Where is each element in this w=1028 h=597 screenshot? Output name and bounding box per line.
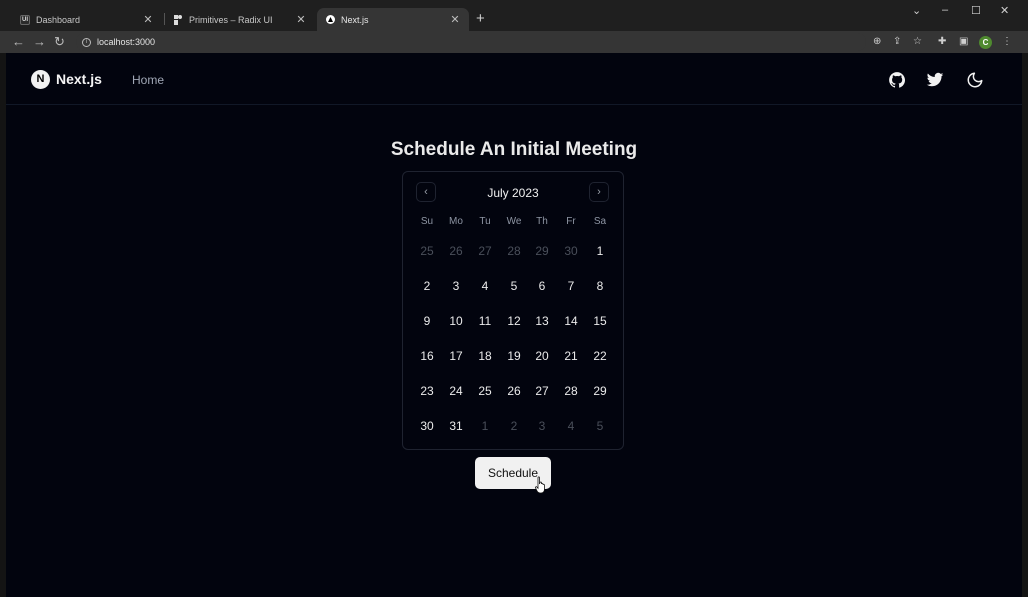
address-bar[interactable]: i localhost:3000 (76, 33, 866, 51)
tab-title: Primitives – Radix UI (189, 14, 273, 25)
weekday-label: Fr (566, 216, 576, 227)
bookmark-star-icon[interactable]: ☆ (913, 35, 922, 49)
calendar-day[interactable]: 11 (471, 307, 499, 335)
calendar-day[interactable]: 2 (413, 272, 441, 300)
brand-name[interactable]: Next.js (56, 71, 102, 87)
moon-icon[interactable] (966, 71, 984, 89)
calendar-day-outside[interactable]: 28 (500, 237, 528, 265)
close-tab-icon[interactable]: ✕ (142, 13, 154, 26)
tab-dashboard[interactable]: UI Dashboard ✕ (12, 8, 162, 31)
calendar-day[interactable]: 19 (500, 342, 528, 370)
triangle-favicon-icon (325, 15, 335, 25)
weekday-label: We (506, 216, 522, 227)
zoom-icon[interactable]: ⊕ (873, 35, 881, 49)
calendar-day[interactable]: 1 (586, 237, 614, 265)
github-icon[interactable] (888, 71, 906, 89)
minimize-icon[interactable]: – (942, 4, 948, 16)
calendar-day[interactable]: 28 (557, 377, 585, 405)
calendar-day[interactable]: 13 (528, 307, 556, 335)
tab-nextjs[interactable]: Next.js ✕ (317, 8, 469, 31)
calendar-day-outside[interactable]: 27 (471, 237, 499, 265)
calendar-day-outside[interactable]: 26 (442, 237, 470, 265)
calendar-day[interactable]: 6 (528, 272, 556, 300)
calendar-day[interactable]: 22 (586, 342, 614, 370)
calendar-day[interactable]: 21 (557, 342, 585, 370)
page-viewport: N Next.js Home Schedule An Initial Meeti… (6, 53, 1022, 597)
calendar-day[interactable]: 7 (557, 272, 585, 300)
more-menu-icon[interactable]: ⋮ (1002, 35, 1012, 49)
share-icon[interactable]: ⇪ (893, 35, 901, 49)
profile-avatar[interactable]: C (979, 36, 992, 49)
extensions-icon[interactable]: ✚ (938, 35, 946, 49)
calendar-day[interactable]: 26 (500, 377, 528, 405)
chevron-right-icon: › (597, 186, 601, 198)
calendar-day-outside[interactable]: 5 (586, 412, 614, 440)
calendar-day[interactable]: 27 (528, 377, 556, 405)
nextjs-logo-icon[interactable]: N (31, 70, 50, 89)
ui-favicon-icon: UI (20, 14, 30, 25)
twitter-icon[interactable] (926, 71, 944, 89)
calendar-day[interactable]: 24 (442, 377, 470, 405)
calendar-day[interactable]: 4 (471, 272, 499, 300)
page-title: Schedule An Initial Meeting (390, 139, 638, 160)
calendar-day[interactable]: 5 (500, 272, 528, 300)
maximize-icon[interactable]: ☐ (971, 4, 981, 17)
forward-icon[interactable]: → (33, 34, 46, 50)
calendar-day[interactable]: 12 (500, 307, 528, 335)
tab-radix[interactable]: Primitives – Radix UI ✕ (165, 8, 315, 31)
calendar-day-outside[interactable]: 3 (528, 412, 556, 440)
calendar-day-outside[interactable]: 4 (557, 412, 585, 440)
side-panel-icon[interactable]: ▣ (959, 35, 968, 49)
calendar-day-outside[interactable]: 1 (471, 412, 499, 440)
calendar-day[interactable]: 29 (586, 377, 614, 405)
calendar-day[interactable]: 14 (557, 307, 585, 335)
weekday-label: Th (536, 216, 548, 227)
calendar-day[interactable]: 3 (442, 272, 470, 300)
calendar-day[interactable]: 23 (413, 377, 441, 405)
close-tab-icon[interactable]: ✕ (295, 13, 307, 26)
page-edge (1022, 53, 1028, 597)
calendar-day-outside[interactable]: 30 (557, 237, 585, 265)
calendar-day[interactable]: 17 (442, 342, 470, 370)
calendar-day[interactable]: 9 (413, 307, 441, 335)
tab-title: Next.js (341, 14, 369, 25)
next-month-button[interactable]: › (589, 182, 609, 202)
calendar-day[interactable]: 20 (528, 342, 556, 370)
site-header: N Next.js Home (6, 53, 1022, 105)
tab-search-chevron-icon[interactable]: ⌄ (912, 4, 921, 17)
browser-tabstrip: UI Dashboard ✕ Primitives – Radix UI ✕ N… (0, 0, 1028, 31)
weekday-label: Sa (593, 216, 607, 227)
close-window-icon[interactable]: ✕ (1000, 4, 1009, 17)
calendar-day-outside[interactable]: 29 (528, 237, 556, 265)
calendar-day[interactable]: 31 (442, 412, 470, 440)
back-icon[interactable]: ← (12, 34, 25, 50)
calendar-day[interactable]: 30 (413, 412, 441, 440)
calendar-day[interactable]: 10 (442, 307, 470, 335)
calendar-day[interactable]: 18 (471, 342, 499, 370)
calendar-day[interactable]: 25 (471, 377, 499, 405)
tab-title: Dashboard (36, 14, 81, 25)
calendar-day-outside[interactable]: 25 (413, 237, 441, 265)
browser-toolbar: ← → ↻ i localhost:3000 ⊕ ⇪ ☆ ✚ ▣ ⋮ (0, 31, 1028, 53)
weekday-label: Su (420, 216, 434, 227)
weekday-label: Mo (449, 216, 463, 227)
hand-cursor-icon (535, 476, 545, 494)
radix-favicon-icon (173, 14, 183, 25)
calendar-day-outside[interactable]: 2 (500, 412, 528, 440)
calendar-day[interactable]: 15 (586, 307, 614, 335)
reload-icon[interactable]: ↻ (54, 34, 65, 50)
close-tab-icon[interactable]: ✕ (449, 13, 461, 26)
calendar-day[interactable]: 16 (413, 342, 441, 370)
calendar: ‹ July 2023 › Su Mo Tu We Th Fr Sa 25 26 2… (402, 171, 624, 450)
calendar-day[interactable]: 8 (586, 272, 614, 300)
nav-link-home[interactable]: Home (132, 73, 164, 87)
weekday-label: Tu (479, 216, 491, 227)
new-tab-icon[interactable]: + (476, 11, 485, 26)
site-info-icon[interactable]: i (82, 37, 91, 47)
address-text: localhost:3000 (97, 37, 156, 47)
